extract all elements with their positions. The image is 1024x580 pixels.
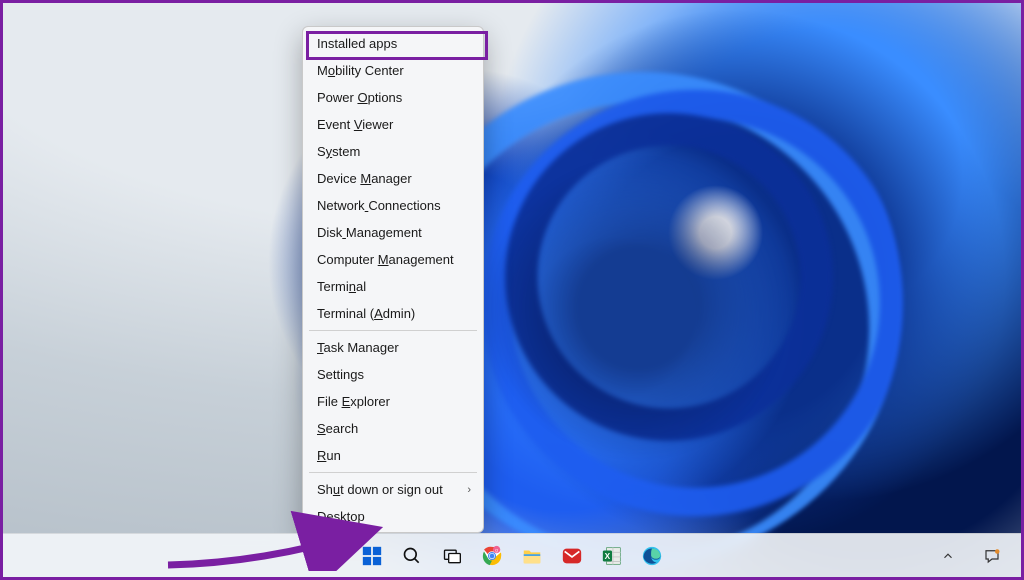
menu-item-power-options[interactable]: Power Options [303,84,483,111]
menu-item-label: Shut down or sign out [317,482,443,497]
search-icon[interactable] [397,541,427,571]
menu-item-device-manager[interactable]: Device Manager [303,165,483,192]
menu-item-run[interactable]: Run [303,442,483,469]
menu-item-desktop[interactable]: Desktop [303,503,483,530]
screen: Installed apps Mobility Center Power Optio… [0,0,1024,580]
excel-icon[interactable]: X [597,541,627,571]
menu-item-shut-down-or-sign-out[interactable]: Shut down or sign out › [303,476,483,503]
menu-item-terminal[interactable]: Terminal [303,273,483,300]
menu-item-label: Settings [317,367,364,382]
menu-item-settings[interactable]: Settings [303,361,483,388]
menu-item-label: File Explorer [317,394,390,409]
menu-separator [309,330,477,331]
menu-item-task-manager[interactable]: Task Manager [303,334,483,361]
menu-item-label: Task Manager [317,340,399,355]
mail-icon[interactable] [557,541,587,571]
taskbar[interactable]: gX [3,533,1021,577]
menu-item-label: Event Viewer [317,117,393,132]
svg-text:X: X [605,551,611,560]
menu-item-label: Network Connections [317,198,441,213]
menu-item-label: Computer Management [317,252,454,267]
start-icon[interactable] [357,541,387,571]
system-tray[interactable] [933,534,1007,577]
menu-item-system[interactable]: System [303,138,483,165]
menu-item-terminal-admin[interactable]: Terminal (Admin) [303,300,483,327]
menu-item-label: Run [317,448,341,463]
menu-item-label: Power Options [317,90,402,105]
chrome-icon[interactable]: g [477,541,507,571]
winx-context-menu[interactable]: Installed apps Mobility Center Power Optio… [302,26,484,533]
menu-item-label: Installed apps [317,36,397,51]
menu-item-label: System [317,144,360,159]
menu-item-computer-management[interactable]: Computer Management [303,246,483,273]
edge-icon[interactable] [637,541,667,571]
taskbar-icons: gX [357,541,667,571]
menu-item-event-viewer[interactable]: Event Viewer [303,111,483,138]
menu-item-search[interactable]: Search [303,415,483,442]
menu-item-mobility-center[interactable]: Mobility Center [303,57,483,84]
task-view-icon[interactable] [437,541,467,571]
wallpaper-swirl [423,93,853,523]
menu-item-label: Mobility Center [317,63,404,78]
menu-item-network-connections[interactable]: Network Connections [303,192,483,219]
menu-item-label: Search [317,421,358,436]
menu-item-installed-apps[interactable]: Installed apps [303,30,483,57]
tray-chevron-up-icon[interactable] [933,541,963,571]
menu-item-label: Desktop [317,509,365,524]
menu-item-label: Device Manager [317,171,412,186]
menu-item-file-explorer[interactable]: File Explorer [303,388,483,415]
menu-item-label: Disk Management [317,225,422,240]
submenu-caret-icon: › [467,484,471,496]
file-explorer-icon[interactable] [517,541,547,571]
menu-item-label: Terminal (Admin) [317,306,415,321]
menu-item-disk-management[interactable]: Disk Management [303,219,483,246]
menu-separator [309,472,477,473]
menu-item-label: Terminal [317,279,366,294]
notification-icon[interactable] [977,541,1007,571]
